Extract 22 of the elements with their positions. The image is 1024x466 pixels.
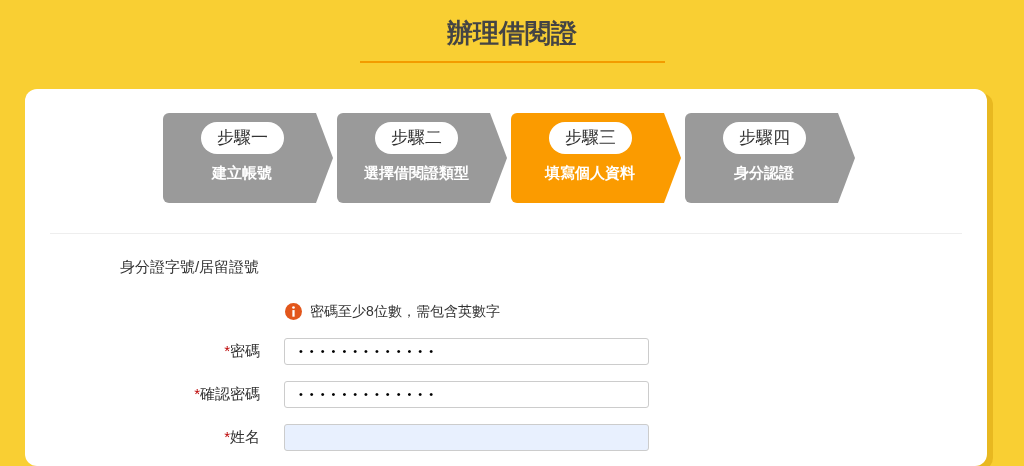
field-label: *確認密碼: [193, 383, 260, 404]
info-icon: [285, 302, 302, 320]
step-tab[interactable]: 步驟四 身分認證: [685, 113, 855, 203]
hint-text: 密碼至少8位數，需包含英數字: [310, 301, 500, 321]
step-title: 建立帳號: [212, 162, 272, 183]
step-tab[interactable]: 步驟一 建立帳號: [163, 113, 333, 203]
step-title: 選擇借閱證類型: [363, 162, 469, 183]
input-field[interactable]: •••••••••••••: [284, 380, 649, 408]
page-title: 辦理借閱證: [359, 0, 665, 63]
step-title: 身分認證: [734, 162, 794, 183]
step-label: 步驟一: [200, 122, 284, 154]
section-label: 身分證字號/居留證號: [119, 257, 261, 277]
step-tab[interactable]: 步驟三 填寫個人資料: [511, 113, 681, 203]
step-tab[interactable]: 步驟二 選擇借閱證類型: [337, 113, 507, 203]
step-title: 填寫個人資料: [545, 162, 635, 183]
field-label: *密碼: [223, 340, 260, 361]
field-label: *姓名: [223, 426, 260, 447]
step-label: 步驟四: [722, 122, 806, 154]
input-field[interactable]: [284, 423, 649, 451]
step-label: 步驟三: [548, 122, 632, 154]
step-label: 步驟二: [374, 122, 458, 154]
input-field[interactable]: •••••••••••••: [284, 337, 649, 365]
